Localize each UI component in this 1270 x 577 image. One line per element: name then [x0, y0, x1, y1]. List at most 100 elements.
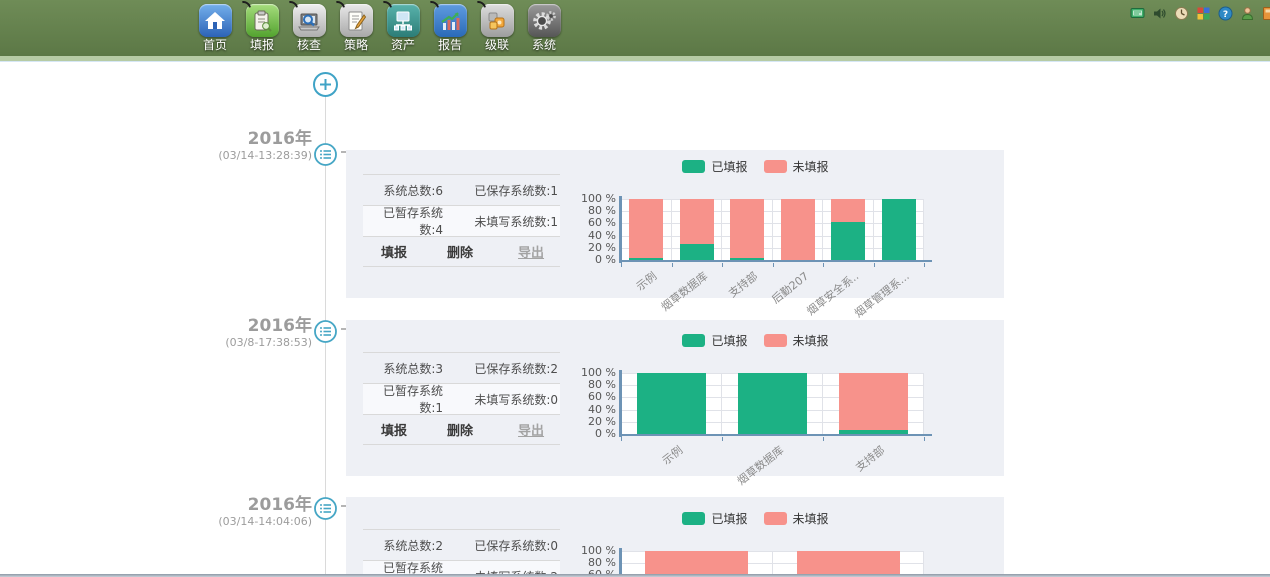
y-axis-tick: 80 % [588, 205, 616, 217]
nav-item-cascade[interactable]: 级联 [478, 4, 516, 52]
entry-list-icon[interactable] [313, 142, 338, 167]
legend-item-已填报[interactable]: 已填报 [682, 510, 747, 526]
nav-item-system[interactable]: 系统 [525, 4, 563, 52]
legend-swatch [764, 512, 787, 525]
nav-item-assets[interactable]: 资产 [384, 4, 422, 52]
stat-saved: 已保存系统数:2 [443, 360, 560, 377]
y-axis-tick: 20 % [588, 242, 616, 254]
nav-item-home[interactable]: 首页 [196, 4, 234, 52]
nav-item-inspect[interactable]: 核查 [290, 4, 328, 52]
clock-icon[interactable] [1174, 6, 1189, 21]
bar-未填报 [839, 373, 908, 430]
category-tick [924, 263, 925, 267]
bar-已填报 [637, 373, 706, 434]
user-icon[interactable] [1240, 6, 1255, 21]
actions-row: 填报 删除 导出 [363, 236, 560, 267]
stats-row: 系统总数:6 已保存系统数:1 [363, 174, 560, 205]
x-axis-label: 烟草管理系... [851, 268, 912, 321]
report-bar-chart: 已填报 未填报 0 %20 %40 %60 %80 %100 % 示例烟草数据库支… [583, 154, 928, 296]
x-axis-labels: 示例烟草数据库支持部后勤207烟草安全系..烟草管理系... [621, 260, 924, 296]
y-axis-tick: 100 % [581, 545, 616, 557]
entry-year: 2016年 [178, 317, 312, 336]
x-axis-label: 支持部 [725, 268, 761, 301]
message-screen-icon[interactable] [1130, 6, 1145, 21]
nav-label: 核查 [297, 38, 321, 52]
bar-已填报 [831, 222, 865, 260]
export-link[interactable]: 导出 [518, 420, 544, 439]
y-axis-tick: 40 % [588, 230, 616, 242]
entry-timestamp: (03/14-14:04:06) [178, 515, 312, 528]
y-axis-tick: 80 % [588, 379, 616, 391]
nav-label: 报告 [438, 38, 462, 52]
entry-year: 2016年 [178, 496, 312, 515]
entry-date: 2016年 (03/8-17:38:53) [178, 317, 312, 349]
v-gridline [923, 373, 924, 434]
legend-item-已填报[interactable]: 已填报 [682, 332, 747, 348]
entry-list-icon[interactable] [313, 319, 338, 344]
export-link[interactable]: 导出 [518, 242, 544, 261]
plot-area [621, 199, 924, 260]
help-icon[interactable]: ? [1218, 6, 1233, 21]
report-bar-chart: 已填报未填报 0 %20 %40 %60 %80 %100 % 示例烟草数据库支… [583, 328, 928, 470]
main-nav: 首页 填报 核查 策略 资产 [196, 4, 563, 52]
bar-未填报 [730, 199, 764, 258]
entry-date: 2016年 (03/14-14:04:06) [178, 496, 312, 528]
nav-label: 级联 [485, 38, 509, 52]
stat-staged: 已暂存系统数:1 [363, 382, 443, 416]
stat-saved: 已保存系统数:1 [443, 182, 560, 199]
chart-legend: 已填报 未填报 [583, 158, 928, 174]
legend-swatch [764, 160, 787, 173]
nav-item-fill-report[interactable]: 填报 [243, 4, 281, 52]
stats-row: 系统总数:3 已保存系统数:2 [363, 352, 560, 383]
legend-item-未填报[interactable]: 未填报 [764, 158, 829, 174]
fill-button[interactable]: 填报 [381, 242, 407, 261]
add-entry-button[interactable] [312, 71, 339, 98]
legend-swatch [682, 160, 705, 173]
system-tray: ? [1130, 6, 1270, 21]
legend-label: 未填报 [793, 332, 829, 349]
v-gridline [822, 373, 823, 434]
y-axis-line [619, 370, 622, 437]
v-gridline [671, 199, 672, 260]
nav-item-report[interactable]: 报告 [431, 4, 469, 52]
legend-item-未填报[interactable]: 未填报 [764, 332, 829, 348]
delete-button[interactable]: 删除 [447, 242, 473, 261]
plot-area [621, 373, 924, 434]
assets-icon [387, 4, 420, 37]
legend-item-已填报[interactable]: 已填报 [682, 158, 747, 174]
chart-legend: 已填报 未填报 [583, 510, 928, 526]
exit-icon[interactable] [1262, 6, 1270, 21]
y-axis-tick: 0 % [595, 428, 616, 440]
delete-button[interactable]: 删除 [447, 420, 473, 439]
cascade-icon [481, 4, 514, 37]
legend-label: 已填报 [711, 158, 747, 175]
system-gear-icon [528, 4, 561, 37]
bar-未填报 [629, 199, 663, 258]
chart-plot: 0 %20 %40 %60 %80 %100 % [583, 199, 928, 260]
h-gridline [621, 223, 924, 224]
speaker-icon[interactable] [1152, 6, 1167, 21]
report-bar-chart: 已填报未填报 0 %20 %40 %60 %80 %100 % [583, 506, 928, 577]
page: 首页 填报 核查 策略 资产 [0, 0, 1270, 577]
entry-list-icon[interactable] [313, 496, 338, 521]
stats-row: 已暂存系统数:1 未填写系统数:0 [363, 383, 560, 414]
fill-button[interactable]: 填报 [381, 420, 407, 439]
legend-label: 已填报 [711, 510, 747, 527]
bar-未填报 [781, 199, 815, 260]
stat-total: 系统总数:2 [363, 537, 443, 554]
category-tick [924, 437, 925, 441]
report-chart-icon [434, 4, 467, 37]
report-panel: 系统总数:6 已保存系统数:1 已暂存系统数:4 未填写系统数:1 填报 删除 … [346, 150, 1004, 298]
top-navbar [0, 0, 1270, 56]
chart-plot: 0 %20 %40 %60 %80 %100 % [583, 373, 928, 434]
h-gridline [621, 248, 924, 249]
y-axis: 0 %20 %40 %60 %80 %100 % [583, 373, 621, 434]
nav-item-policy[interactable]: 策略 [337, 4, 375, 52]
report-panel: 系统总数:2 已保存系统数:0 已暂存系统数:0 未填写系统数:2 填报 删除 … [346, 497, 1004, 577]
v-gridline [721, 199, 722, 260]
stat-total: 系统总数:3 [363, 360, 443, 377]
theme-grid-icon[interactable] [1196, 6, 1211, 21]
actions-row: 填报 删除 导出 [363, 414, 560, 445]
stats-table: 系统总数:6 已保存系统数:1 已暂存系统数:4 未填写系统数:1 填报 删除 … [363, 174, 560, 267]
legend-item-未填报[interactable]: 未填报 [764, 510, 829, 526]
